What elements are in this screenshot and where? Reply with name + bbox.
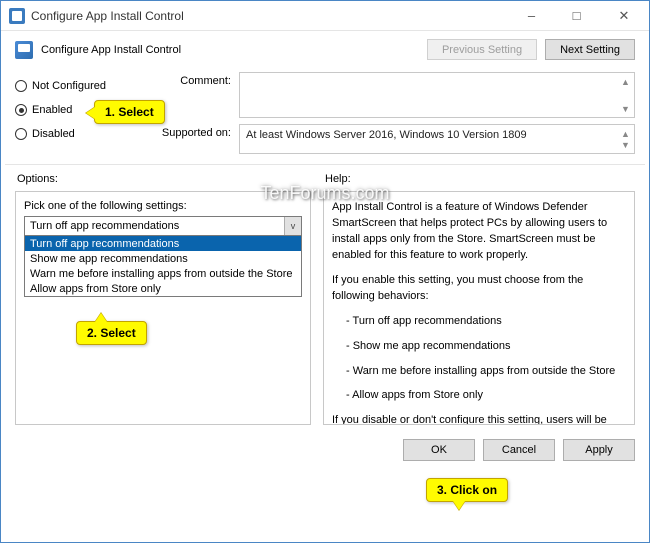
previous-setting-button: Previous Setting	[427, 39, 537, 60]
comment-label: Comment:	[149, 72, 239, 87]
help-paragraph: App Install Control is a feature of Wind…	[332, 200, 626, 264]
radio-icon	[15, 128, 27, 140]
ok-button[interactable]: OK	[403, 439, 475, 461]
scroll-up-icon[interactable]: ▲	[618, 74, 633, 89]
dropdown-item[interactable]: Turn off app recommendations	[25, 236, 301, 251]
options-label: Options:	[15, 173, 311, 185]
lower-section: Options: Pick one of the following setti…	[1, 165, 649, 431]
apply-button[interactable]: Apply	[563, 439, 635, 461]
radio-label: Disabled	[32, 128, 75, 140]
titlebar-text: Configure App Install Control	[31, 9, 509, 23]
options-combobox[interactable]: Turn off app recommendations v	[24, 216, 302, 236]
policy-icon	[15, 41, 33, 59]
help-paragraph: If you disable or don't configure this s…	[332, 413, 626, 425]
options-panel: Pick one of the following settings: Turn…	[15, 191, 311, 425]
help-panel: App Install Control is a feature of Wind…	[323, 191, 635, 425]
radio-not-configured[interactable]: Not Configured	[15, 74, 133, 98]
supported-label: Supported on:	[149, 124, 239, 139]
supported-on-text: At least Windows Server 2016, Windows 10…	[239, 124, 635, 154]
dropdown-item[interactable]: Show me app recommendations	[25, 251, 301, 266]
maximize-button[interactable]: □	[554, 1, 599, 30]
chevron-down-icon: v	[284, 217, 301, 235]
annotation-1: 1. Select	[94, 100, 165, 124]
annotation-3: 3. Click on	[426, 478, 508, 502]
radio-label: Not Configured	[32, 80, 106, 92]
cancel-button[interactable]: Cancel	[483, 439, 555, 461]
policy-title: Configure App Install Control	[41, 44, 427, 56]
comment-textarea[interactable]: ▲ ▼	[239, 72, 635, 118]
scroll-down-icon[interactable]: ▼	[618, 101, 633, 116]
help-label: Help:	[323, 173, 635, 185]
close-button[interactable]: ✕	[599, 1, 649, 30]
dialog-window: Configure App Install Control – □ ✕ Conf…	[0, 0, 650, 543]
options-prompt: Pick one of the following settings:	[24, 200, 302, 212]
dialog-buttons: OK Cancel Apply	[1, 431, 649, 471]
window-controls: – □ ✕	[509, 1, 649, 30]
scroll-down-icon[interactable]: ▼	[618, 137, 633, 152]
annotation-2: 2. Select	[76, 321, 147, 345]
help-paragraph: If you enable this setting, you must cho…	[332, 273, 626, 305]
help-bullet: - Turn off app recommendations	[346, 314, 626, 330]
help-bullet: - Allow apps from Store only	[346, 388, 626, 404]
radio-icon	[15, 104, 27, 116]
minimize-button[interactable]: –	[509, 1, 554, 30]
help-bullet: - Warn me before installing apps from ou…	[346, 364, 626, 380]
combobox-value: Turn off app recommendations	[30, 220, 179, 232]
options-dropdown-list: Turn off app recommendations Show me app…	[24, 236, 302, 297]
titlebar: Configure App Install Control – □ ✕	[1, 1, 649, 31]
radio-label: Enabled	[32, 104, 72, 116]
help-bullet: - Show me app recommendations	[346, 339, 626, 355]
radio-icon	[15, 80, 27, 92]
header: Configure App Install Control Previous S…	[1, 31, 649, 66]
app-icon	[9, 8, 25, 24]
dropdown-item[interactable]: Allow apps from Store only	[25, 281, 301, 296]
dropdown-item[interactable]: Warn me before installing apps from outs…	[25, 266, 301, 281]
field-grid: Comment: ▲ ▼ Supported on: At least Wind…	[149, 72, 635, 154]
radio-disabled[interactable]: Disabled	[15, 122, 133, 146]
next-setting-button[interactable]: Next Setting	[545, 39, 635, 60]
